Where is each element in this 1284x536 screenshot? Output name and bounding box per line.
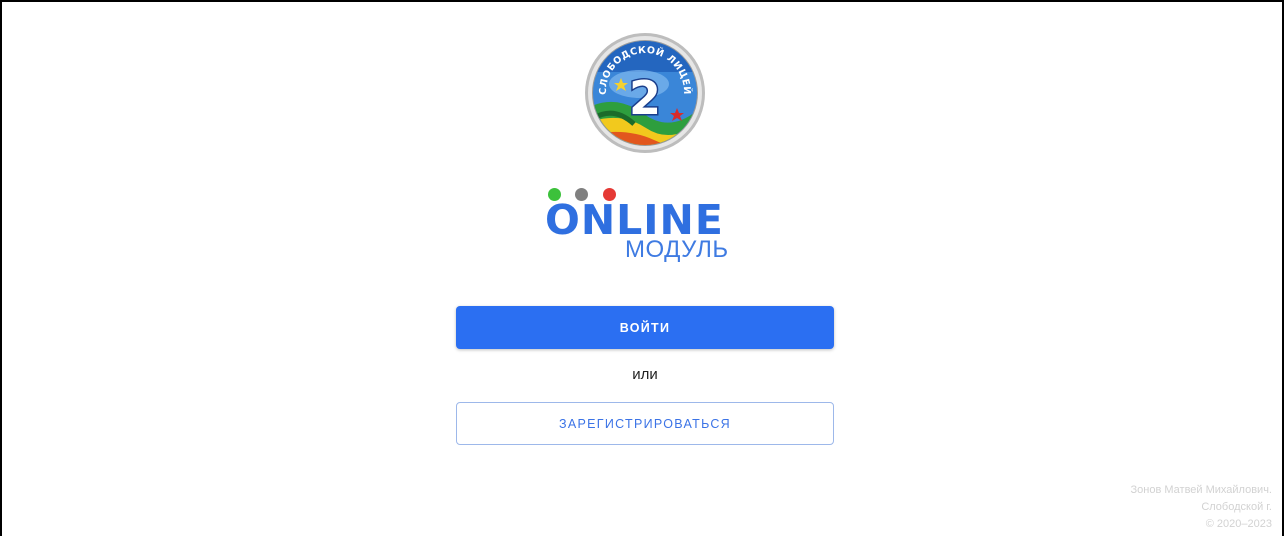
login-button[interactable]: ВОЙТИ — [456, 306, 834, 349]
footer-author: Зонов Матвей Михайлович. — [1130, 484, 1272, 496]
page-frame: 2 СЛОБОДСКОЙ ЛИЦЕЙ ONLINE МОДУЛЬ ВОЙТИ и… — [0, 0, 1284, 536]
brand-subtitle: МОДУЛЬ — [625, 236, 729, 263]
or-separator: или — [632, 366, 658, 383]
emblem-number: 2 — [629, 71, 661, 125]
register-button[interactable]: ЗАРЕГИСТРИРОВАТЬСЯ — [456, 402, 834, 445]
school-logo: 2 СЛОБОДСКОЙ ЛИЦЕЙ — [585, 33, 705, 153]
footer-credits: Зонов Матвей Михайлович. Слободской г. ©… — [1131, 482, 1272, 533]
footer-copyright: © 2020–2023 — [1205, 518, 1272, 530]
brand-logo: ONLINE МОДУЛЬ — [542, 186, 752, 268]
footer-city: Слободской г. — [1201, 501, 1272, 513]
